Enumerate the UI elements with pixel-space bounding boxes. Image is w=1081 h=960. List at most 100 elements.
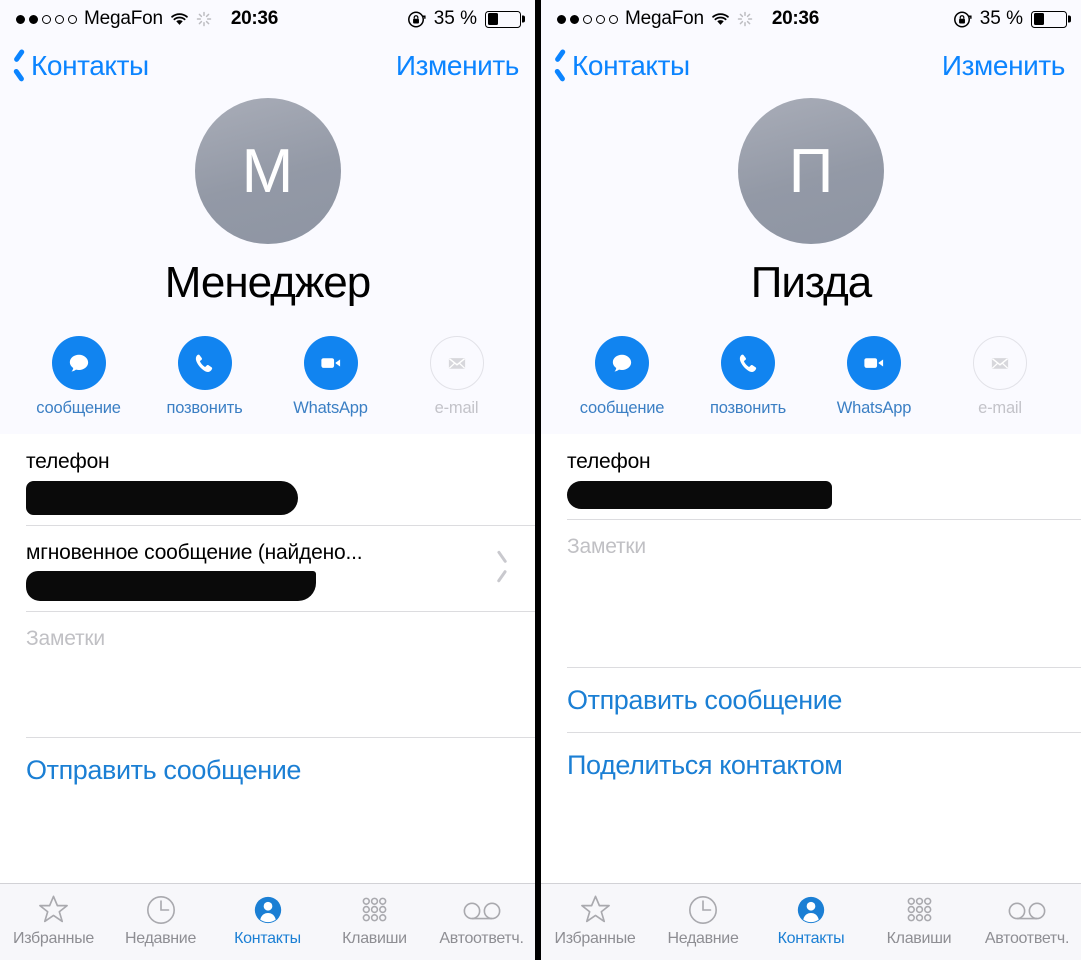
quick-action-whatsapp[interactable]: WhatsApp: [290, 336, 372, 418]
contact-name: Пизда: [750, 258, 873, 307]
tab-label: Клавиши: [886, 930, 952, 947]
battery-percent-label: 35 %: [979, 8, 1023, 29]
status-bar-clock: 20:36: [230, 8, 278, 29]
quick-action-label: сообщение: [36, 399, 121, 418]
contact-person-icon: [795, 891, 827, 928]
quick-action-label: WhatsApp: [293, 399, 368, 418]
signal-strength-icon: [16, 14, 77, 24]
phone-handset-icon: [177, 336, 232, 391]
status-bar-right: 35 %: [953, 8, 1067, 30]
tab-label: Недавние: [124, 930, 197, 947]
status-bar: MegaFon 20:36 35 %: [541, 0, 1081, 38]
contact-row-phone[interactable]: телефон: [0, 434, 535, 524]
tab-label: Избранные: [13, 930, 94, 947]
keypad-icon: [359, 891, 390, 928]
contact-header: М Менеджер сообщение позвонить WhatsApp …: [0, 94, 535, 435]
battery-icon: [485, 10, 521, 28]
clock-icon: [145, 891, 177, 928]
quick-action-email: e-mail: [959, 336, 1041, 418]
quick-action-message[interactable]: сообщение: [36, 336, 121, 418]
contact-person-icon: [252, 891, 284, 928]
chevron-right-icon: [496, 556, 509, 580]
link-label: Отправить сообщение: [567, 684, 843, 715]
wifi-icon: [711, 12, 730, 27]
contact-name: Менеджер: [164, 258, 371, 307]
contact-row-notes[interactable]: Заметки: [541, 518, 1081, 667]
tab-keypad[interactable]: Клавиши: [865, 891, 973, 948]
tab-label: Избранные: [554, 930, 636, 947]
quick-action-label: позвонить: [710, 399, 786, 418]
tab-voicemail[interactable]: Автоответч.: [973, 891, 1081, 948]
navigation-bar: Контакты Изменить: [0, 38, 535, 94]
avatar-initial: М: [241, 136, 294, 206]
tab-bar: Избранные Недавние Контакты Клавиши Авто…: [0, 883, 535, 960]
row-label: телефон: [26, 450, 110, 474]
chevron-left-icon: [12, 53, 27, 79]
tab-label: Недавние: [667, 930, 739, 947]
share-contact-link[interactable]: Поделиться контактом: [541, 731, 1081, 797]
tab-label: Клавиши: [342, 930, 407, 947]
carrier-name: MegaFon: [625, 8, 704, 29]
contact-row-phone[interactable]: телефон: [541, 434, 1081, 518]
navigation-bar: Контакты Изменить: [541, 38, 1081, 94]
tab-favorites[interactable]: Избранные: [0, 891, 107, 948]
tab-label: Автоответч.: [439, 930, 524, 947]
send-message-link[interactable]: Отправить сообщение: [541, 666, 1081, 732]
contact-row-instant-message[interactable]: мгновенное сообщение (найдено...: [0, 524, 535, 611]
message-bubble-icon: [51, 336, 106, 391]
quick-action-label: сообщение: [579, 399, 665, 418]
tab-label: Автоответч.: [984, 930, 1070, 947]
quick-action-message[interactable]: сообщение: [579, 336, 665, 418]
edit-button[interactable]: Изменить: [396, 50, 520, 82]
row-label: телефон: [567, 450, 651, 474]
back-button-label: Контакты: [572, 50, 690, 81]
quick-actions-row: сообщение позвонить WhatsApp e-mail: [0, 306, 535, 435]
star-icon: [579, 891, 612, 928]
star-icon: [37, 891, 70, 928]
dual-screenshot-stage: MegaFon 20:36 35 % Контакты Изменить М М…: [0, 0, 1081, 960]
tab-recents[interactable]: Недавние: [107, 891, 214, 948]
rotation-lock-icon: [953, 10, 972, 29]
signal-strength-icon: [557, 14, 618, 24]
redacted-phone-number: [26, 480, 298, 515]
voicemail-icon: [462, 891, 502, 928]
contact-detail-list: телефон мгновенное сообщение (найдено...…: [0, 434, 535, 803]
contact-row-notes[interactable]: Заметки: [0, 610, 535, 737]
tab-favorites[interactable]: Избранные: [541, 891, 649, 948]
contact-detail-list: телефон Заметки Отправить сообщение Поде…: [541, 434, 1081, 797]
battery-icon: [1031, 10, 1067, 28]
back-button[interactable]: Контакты: [12, 50, 149, 82]
status-bar-clock: 20:36: [771, 8, 819, 29]
carrier-name: MegaFon: [84, 8, 163, 29]
wifi-icon: [170, 12, 189, 27]
back-button[interactable]: Контакты: [553, 50, 690, 82]
edit-button[interactable]: Изменить: [942, 50, 1066, 82]
tab-recents[interactable]: Недавние: [649, 891, 757, 948]
tab-contacts[interactable]: Контакты: [757, 891, 865, 948]
tab-keypad[interactable]: Клавиши: [321, 891, 428, 948]
message-bubble-icon: [595, 336, 649, 391]
contact-screen-right: MegaFon 20:36 35 % Контакты Изменить П П…: [541, 0, 1081, 960]
quick-action-whatsapp[interactable]: WhatsApp: [833, 336, 915, 418]
status-bar-left: MegaFon 20:36: [16, 8, 278, 30]
clock-icon: [687, 891, 719, 928]
tab-label: Контакты: [777, 930, 845, 947]
tab-contacts[interactable]: Контакты: [214, 891, 321, 948]
tab-voicemail[interactable]: Автоответч.: [428, 891, 535, 948]
tab-bar: Избранные Недавние Контакты Клавиши Авто…: [541, 883, 1081, 960]
quick-action-call[interactable]: позвонить: [164, 336, 246, 418]
rotation-lock-icon: [407, 10, 426, 29]
redacted-im-value: [26, 570, 316, 601]
activity-spinner-icon: [737, 11, 753, 27]
quick-action-call[interactable]: позвонить: [707, 336, 789, 418]
quick-action-label: e-mail: [434, 399, 479, 418]
video-camera-icon: [303, 336, 358, 391]
quick-actions-row: сообщение позвонить WhatsApp e-mail: [541, 306, 1081, 435]
link-label: Отправить сообщение: [26, 755, 302, 786]
link-label: Поделиться контактом: [567, 749, 843, 780]
status-bar-right: 35 %: [407, 8, 521, 30]
redacted-phone-number: [567, 480, 832, 509]
status-bar-left: MegaFon 20:36: [557, 8, 819, 30]
send-message-link[interactable]: Отправить сообщение: [0, 737, 535, 802]
contact-screen-left: MegaFon 20:36 35 % Контакты Изменить М М…: [0, 0, 535, 960]
